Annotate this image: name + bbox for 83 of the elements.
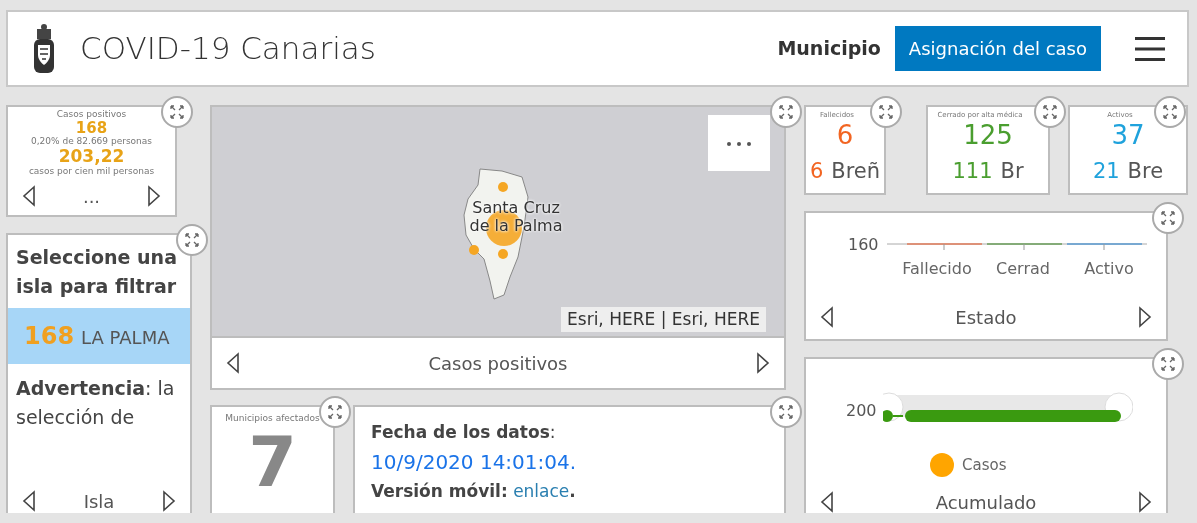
category-label: Fallecido bbox=[901, 258, 973, 280]
category-label: Cerrad bbox=[995, 258, 1051, 280]
next-button[interactable] bbox=[160, 488, 178, 513]
kpi-sub-value: 21 bbox=[1092, 157, 1120, 185]
right-triangle-icon bbox=[756, 352, 770, 374]
expand-icon bbox=[1160, 356, 1176, 372]
expand-icon bbox=[1162, 104, 1178, 120]
left-triangle-icon bbox=[226, 352, 240, 374]
expand-icon bbox=[878, 104, 894, 120]
menu-icon bbox=[1135, 35, 1165, 62]
mobile-version-label: Versión móvil: bbox=[371, 481, 508, 502]
expand-icon bbox=[1042, 104, 1058, 120]
kpi-value: 6 bbox=[835, 121, 855, 150]
expand-icon bbox=[1160, 210, 1176, 226]
left-triangle-icon bbox=[22, 490, 36, 512]
previous-button[interactable] bbox=[20, 183, 38, 209]
kpi-sub-value: 6 bbox=[809, 157, 824, 185]
card-title: Casos positivos bbox=[55, 109, 128, 120]
legend-label: Casos bbox=[962, 454, 1007, 476]
expand-button[interactable] bbox=[176, 224, 208, 256]
left-triangle-icon bbox=[820, 306, 834, 328]
island-item[interactable]: 168 LA PALMA bbox=[8, 307, 190, 364]
expand-button[interactable] bbox=[161, 96, 193, 128]
next-button[interactable] bbox=[754, 350, 772, 376]
next-button[interactable] bbox=[145, 183, 163, 209]
expand-icon bbox=[169, 104, 185, 120]
expand-button[interactable] bbox=[1152, 202, 1184, 234]
expand-icon bbox=[778, 104, 794, 120]
left-triangle-icon bbox=[820, 491, 834, 513]
case-count: 168 bbox=[74, 119, 108, 137]
expand-icon bbox=[778, 404, 794, 420]
expand-icon bbox=[184, 232, 200, 248]
axis-tick: 160 bbox=[848, 234, 879, 256]
category-label: Activo bbox=[1083, 258, 1135, 280]
panel-footer-label: Acumulado bbox=[935, 490, 1037, 513]
island-name: LA PALMA bbox=[81, 326, 170, 348]
kpi-sub-label: Bre bbox=[1127, 157, 1164, 185]
panel-footer-label: ... bbox=[82, 184, 101, 209]
kpi-sub-label: Breñ bbox=[831, 157, 881, 185]
mobile-version-link[interactable]: enlace bbox=[513, 481, 570, 502]
kpi-value: 125 bbox=[962, 121, 1014, 150]
previous-button[interactable] bbox=[818, 304, 836, 330]
panel-footer-label: Casos positivos bbox=[428, 351, 568, 376]
previous-button[interactable] bbox=[224, 350, 242, 376]
previous-button[interactable] bbox=[20, 488, 38, 513]
next-button[interactable] bbox=[1136, 489, 1154, 513]
date-label: Fecha de los datos: bbox=[371, 422, 556, 442]
island-case-count: 168 bbox=[24, 321, 75, 350]
left-triangle-icon bbox=[22, 185, 36, 207]
panel-footer-label: Isla bbox=[83, 489, 115, 513]
tab[interactable]: Municipio bbox=[771, 30, 887, 67]
expand-button[interactable] bbox=[770, 96, 802, 128]
right-triangle-icon bbox=[162, 490, 176, 512]
kpi-value: 37 bbox=[1110, 121, 1146, 150]
date-value: 10/9/2020 14:01:04. bbox=[371, 450, 577, 475]
expand-icon bbox=[327, 404, 343, 420]
right-triangle-icon bbox=[147, 185, 161, 207]
filter-instruction: Seleccione una isla para filtrar bbox=[15, 245, 178, 300]
expand-button[interactable] bbox=[319, 396, 351, 428]
right-triangle-icon bbox=[1138, 491, 1152, 513]
expand-button[interactable] bbox=[1034, 96, 1066, 128]
right-triangle-icon bbox=[1138, 306, 1152, 328]
map-attribution: Esri, HERE | Esri, HERE bbox=[561, 306, 766, 332]
rate-note: casos por cien mil personas bbox=[27, 165, 156, 177]
card-title: Municipios afectados bbox=[224, 413, 321, 424]
link-period: . bbox=[569, 481, 576, 502]
previous-button[interactable] bbox=[818, 489, 836, 513]
expand-button[interactable] bbox=[870, 96, 902, 128]
incidence-rate: 203,22 bbox=[57, 147, 126, 166]
app-title: COVID-19 Canarias bbox=[80, 29, 376, 69]
expand-button[interactable] bbox=[770, 396, 802, 428]
axis-tick: 200 bbox=[846, 400, 877, 422]
expand-button[interactable] bbox=[1154, 96, 1186, 128]
kpi-sub-value: 111 bbox=[952, 157, 993, 185]
percentage-note: 0,20% de 82.669 personas bbox=[30, 136, 153, 148]
more-icon bbox=[726, 140, 752, 147]
municipality-count: 7 bbox=[248, 423, 297, 501]
warning-text: Advertencia: la selección de bbox=[15, 375, 176, 431]
expand-button[interactable] bbox=[1152, 348, 1184, 380]
kpi-sub-label: Br bbox=[1000, 157, 1024, 185]
tab[interactable]: Asignación del caso bbox=[894, 26, 1101, 71]
next-button[interactable] bbox=[1136, 304, 1154, 330]
panel-footer-label: Estado bbox=[955, 305, 1017, 330]
